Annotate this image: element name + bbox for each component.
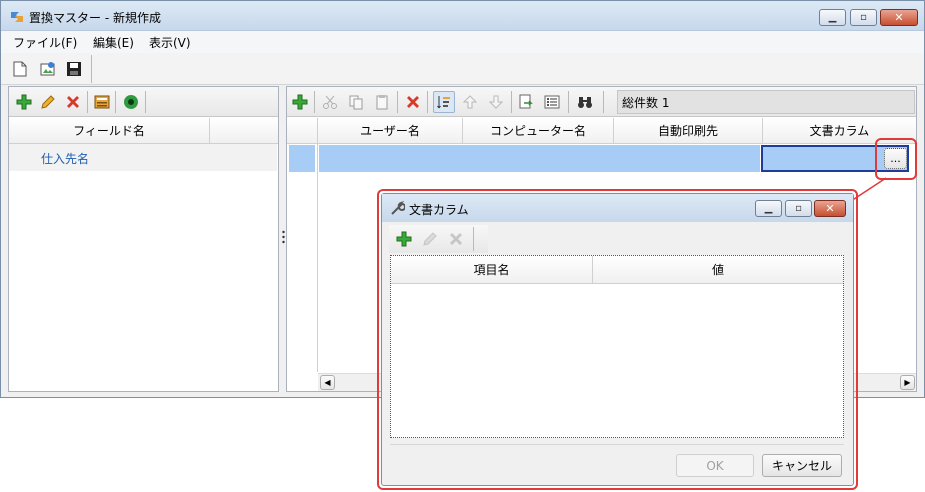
toolbar-separator	[314, 91, 315, 113]
close-button[interactable]: ✕	[880, 9, 918, 26]
cancel-button[interactable]: キャンセル	[762, 454, 842, 477]
column-header-item-name[interactable]: 項目名	[391, 256, 593, 283]
mapping-toolbar: 総件数 1	[287, 87, 916, 117]
toolbar-separator	[145, 91, 146, 113]
field-name-cell: 仕入先名	[41, 152, 90, 166]
column-header-field-name[interactable]: フィールド名	[9, 118, 210, 143]
toolbar-separator	[568, 91, 569, 113]
edit-pencil-icon[interactable]	[39, 93, 57, 111]
total-count-label: 総件数 1	[617, 90, 915, 114]
column-header-computer-name[interactable]: コンピューター名	[463, 118, 614, 143]
delete-icon[interactable]	[64, 93, 82, 111]
field-grid-header: フィールド名	[9, 118, 278, 144]
toolbar-separator	[397, 91, 398, 113]
toolbar-separator	[427, 91, 428, 113]
dialog-toolbar	[389, 225, 488, 253]
menu-file[interactable]: ファイル(F)	[13, 34, 77, 51]
menu-edit[interactable]: 編集(E)	[93, 34, 134, 51]
maximize-icon: ▫	[795, 203, 802, 214]
maximize-icon: ▫	[860, 12, 867, 23]
binoculars-icon[interactable]	[576, 93, 594, 111]
ok-button[interactable]: OK	[676, 454, 754, 477]
close-icon: ✕	[825, 202, 835, 215]
edit-pencil-icon[interactable]	[421, 230, 439, 248]
close-icon: ✕	[894, 11, 904, 24]
add-icon[interactable]	[15, 93, 33, 111]
scroll-left-icon: ◀	[324, 378, 331, 387]
record-circle-icon[interactable]	[122, 93, 140, 111]
minimize-button[interactable]: ▁	[819, 9, 846, 26]
dialog-title-bar: 文書カラム ▁ ▫ ✕	[382, 194, 853, 222]
scroll-left-button[interactable]: ◀	[320, 375, 335, 390]
calculator-icon[interactable]	[93, 93, 111, 111]
scroll-right-icon: ▶	[904, 378, 911, 387]
dialog-grid-header: 項目名 値	[391, 256, 843, 284]
toolbar-separator	[115, 91, 116, 113]
paste-icon[interactable]	[373, 93, 391, 111]
new-file-icon[interactable]	[11, 60, 29, 78]
ellipsis-highlight	[875, 138, 917, 180]
save-icon[interactable]	[65, 60, 83, 78]
minimize-icon: ▁	[828, 12, 837, 23]
field-panel: フィールド名 仕入先名	[8, 86, 279, 392]
table-row[interactable]: 仕入先名	[9, 144, 277, 171]
dialog-close-button[interactable]: ✕	[814, 200, 846, 217]
grid-column-line	[317, 144, 318, 372]
title-bar: 置換マスター - 新規作成 ▁ ▫ ✕	[1, 1, 924, 31]
app-icon	[9, 9, 25, 25]
delete-icon[interactable]	[447, 230, 465, 248]
dialog-minimize-button[interactable]: ▁	[755, 200, 782, 217]
column-header-auto-print[interactable]: 自動印刷先	[614, 118, 763, 143]
field-toolbar	[9, 87, 278, 117]
menu-bar	[1, 31, 924, 53]
toolbar-separator	[603, 91, 604, 113]
table-row[interactable]	[319, 145, 760, 172]
dialog-title: 文書カラム	[409, 203, 469, 217]
wrench-icon	[389, 200, 406, 219]
sort-list-icon[interactable]	[433, 91, 455, 113]
copy-icon[interactable]	[347, 93, 365, 111]
list-details-icon[interactable]	[543, 93, 561, 111]
row-selector-header	[287, 118, 318, 143]
delete-icon[interactable]	[404, 93, 422, 111]
mapping-grid-header: ユーザー名 コンピューター名 自動印刷先 文書カラム	[287, 118, 916, 144]
dialog-maximize-button[interactable]: ▫	[785, 200, 812, 217]
column-header-user-name[interactable]: ユーザー名	[318, 118, 463, 143]
menu-view[interactable]: 表示(V)	[149, 34, 191, 51]
minimize-icon: ▁	[764, 203, 773, 214]
toolbar-separator	[511, 91, 512, 113]
maximize-button[interactable]: ▫	[850, 9, 877, 26]
toolbar-separator	[91, 55, 92, 83]
add-icon[interactable]	[395, 230, 413, 248]
arrow-down-icon[interactable]	[487, 93, 505, 111]
scroll-right-button[interactable]: ▶	[900, 375, 915, 390]
column-header-empty	[210, 118, 278, 143]
add-icon[interactable]	[291, 93, 309, 111]
dialog-divider	[390, 444, 844, 445]
toolbar-separator	[87, 91, 88, 113]
splitter-grip[interactable]	[282, 229, 285, 249]
open-image-icon[interactable]	[39, 60, 57, 78]
export-icon[interactable]	[517, 93, 535, 111]
document-column-dialog: 文書カラム ▁ ▫ ✕ 項目名 値 OK キャンセル	[381, 193, 854, 486]
row-selector[interactable]	[289, 145, 315, 172]
dialog-grid: 項目名 値	[390, 255, 844, 438]
main-toolbar	[1, 53, 924, 85]
column-header-value[interactable]: 値	[593, 256, 843, 283]
cut-icon[interactable]	[321, 93, 339, 111]
toolbar-separator	[473, 227, 474, 251]
arrow-up-icon[interactable]	[461, 93, 479, 111]
window-title: 置換マスター - 新規作成	[29, 11, 161, 25]
